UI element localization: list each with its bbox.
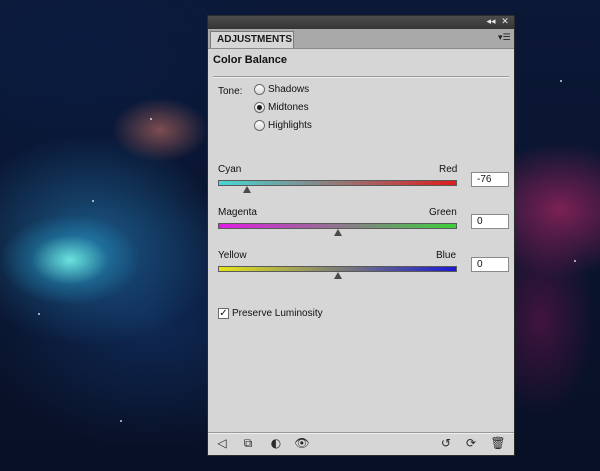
refresh-icon[interactable]: ⟳ bbox=[463, 436, 479, 450]
slider-blue-label: Blue bbox=[436, 250, 457, 261]
visibility-eye-icon[interactable]: 👁 bbox=[294, 436, 310, 450]
preserve-luminosity-checkbox[interactable]: ✓ bbox=[218, 308, 229, 319]
cyan-red-value-input[interactable]: -76 bbox=[471, 172, 509, 187]
slider-yellow-label: Yellow bbox=[218, 250, 247, 261]
tab-adjustments[interactable]: ADJUSTMENTS bbox=[210, 31, 294, 48]
tone-radio-shadows[interactable] bbox=[254, 84, 265, 95]
star bbox=[560, 80, 562, 82]
slider-green-label: Green bbox=[429, 207, 457, 218]
tone-label: Tone: bbox=[218, 86, 243, 97]
star bbox=[92, 200, 94, 202]
panel-topbar[interactable]: ◂◂ ✕ bbox=[208, 16, 514, 29]
close-panel-icon[interactable]: ✕ bbox=[498, 16, 512, 29]
star bbox=[120, 420, 122, 422]
collapse-panel-icon[interactable]: ◂◂ bbox=[484, 16, 498, 29]
star bbox=[38, 313, 40, 315]
tone-option-midtones[interactable]: Midtones bbox=[268, 102, 309, 113]
adjustments-panel: ◂◂ ✕ ADJUSTMENTS ▾☰ Color Balance Tone: … bbox=[207, 15, 515, 456]
divider bbox=[213, 76, 509, 78]
panel-tab-row: ADJUSTMENTS ▾☰ bbox=[208, 29, 514, 49]
view-previous-state-icon[interactable]: ◐ bbox=[268, 436, 284, 450]
cyan-red-slider-track[interactable] bbox=[218, 180, 457, 186]
preserve-luminosity-label[interactable]: Preserve Luminosity bbox=[232, 308, 323, 319]
magenta-green-slider-thumb[interactable] bbox=[333, 229, 342, 236]
tone-option-shadows[interactable]: Shadows bbox=[268, 84, 309, 95]
panel-menu-icon[interactable]: ▾☰ bbox=[498, 33, 511, 43]
slider-red-label: Red bbox=[439, 164, 458, 175]
tone-radio-midtones[interactable] bbox=[254, 102, 265, 113]
yellow-blue-slider-thumb[interactable] bbox=[333, 272, 342, 279]
magenta-green-value-input[interactable]: 0 bbox=[471, 214, 509, 229]
footer-divider bbox=[208, 432, 514, 434]
clip-to-layer-icon[interactable]: ⧉ bbox=[240, 436, 256, 450]
reset-icon[interactable]: ↺ bbox=[438, 436, 454, 450]
slider-cyan-label: Cyan bbox=[218, 164, 242, 175]
star bbox=[574, 260, 576, 262]
tone-radio-highlights[interactable] bbox=[254, 120, 265, 131]
slider-magenta-label: Magenta bbox=[218, 207, 257, 218]
yellow-blue-value-input[interactable]: 0 bbox=[471, 257, 509, 272]
star bbox=[150, 118, 152, 120]
tone-option-highlights[interactable]: Highlights bbox=[268, 120, 312, 131]
return-to-list-icon[interactable]: ◁ bbox=[214, 436, 230, 450]
trash-icon[interactable]: 🗑 bbox=[490, 436, 506, 450]
adjustment-title: Color Balance bbox=[213, 54, 287, 66]
cyan-red-slider-thumb[interactable] bbox=[242, 186, 251, 193]
